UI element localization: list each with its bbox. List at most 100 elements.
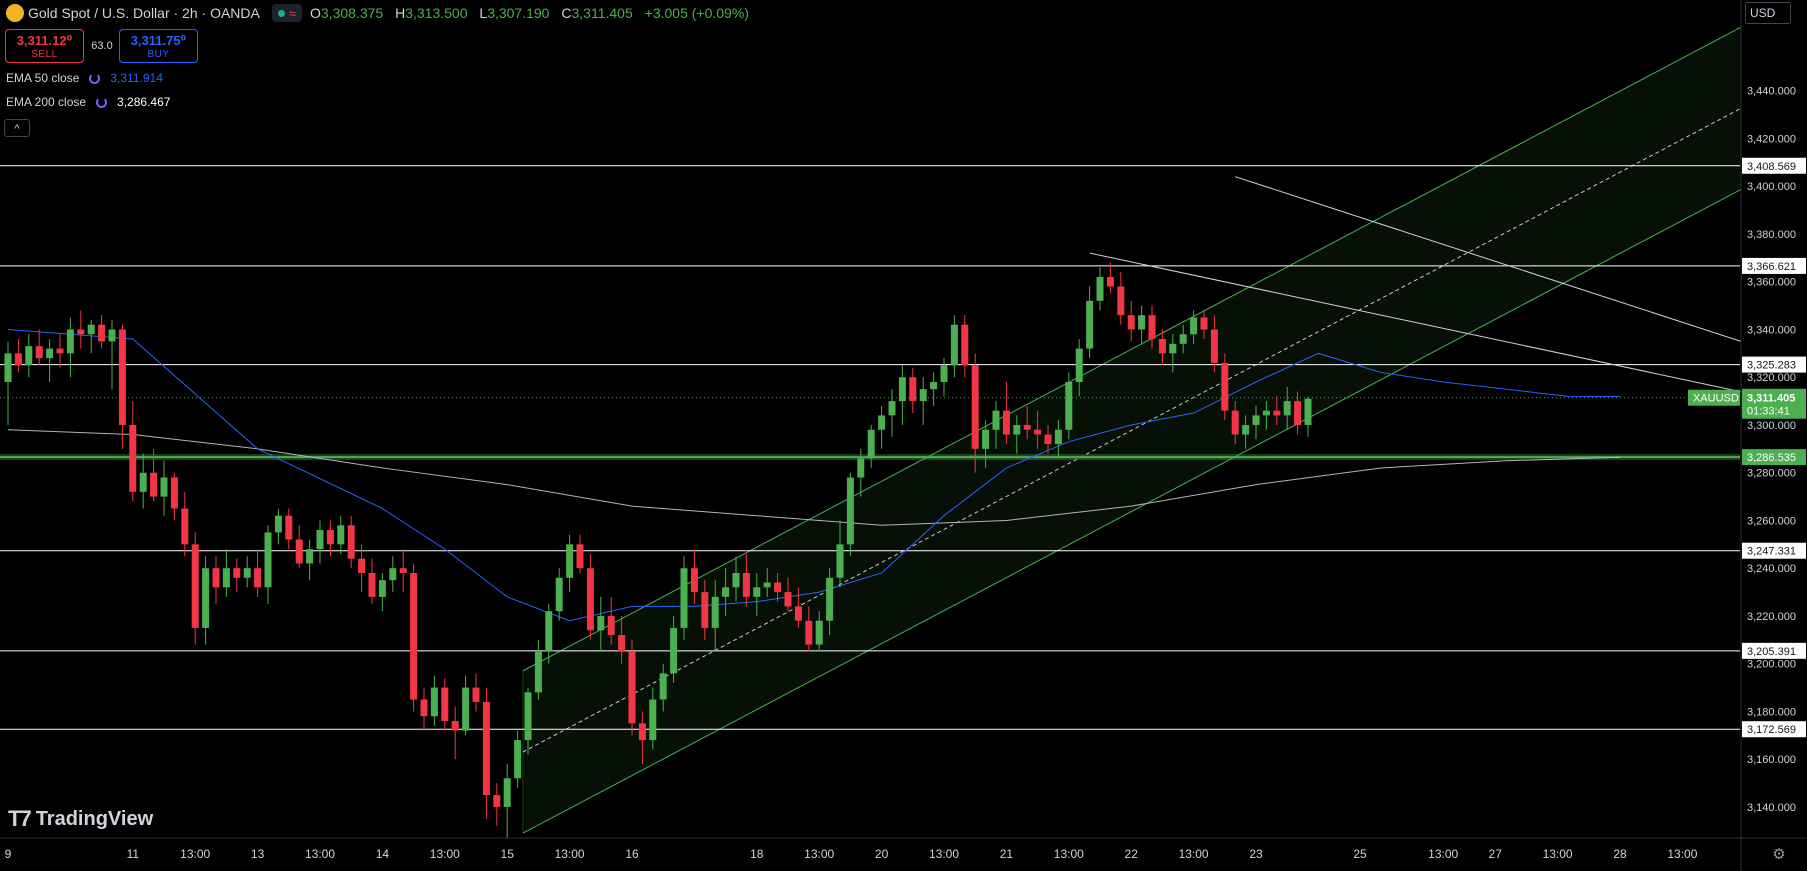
candle-body	[4, 353, 12, 382]
candle-body	[857, 458, 865, 478]
tradingview-watermark: T7 TradingView	[8, 806, 153, 832]
candle-body	[347, 525, 355, 559]
candle-body	[992, 410, 1000, 430]
x-tick-label: 28	[1613, 847, 1627, 861]
candle-body	[524, 692, 532, 741]
y-tick-label: 3,240.000	[1747, 563, 1796, 575]
candle-body	[586, 568, 594, 631]
price-chart[interactable]: 3,140.000 3,160.000 3,180.000 3,200.000 3,22…	[0, 0, 1807, 871]
settings-gear-icon[interactable]: ⚙	[1770, 845, 1788, 863]
candle-body	[1096, 276, 1104, 301]
candle-body	[378, 580, 386, 597]
candle-body	[170, 477, 178, 509]
x-tick-label: 13:00	[929, 847, 959, 861]
candle-body	[690, 568, 698, 593]
data-delay-icon: ≈	[288, 5, 296, 21]
candle-body	[971, 365, 979, 449]
candle-body	[326, 530, 334, 545]
candle-body	[399, 568, 407, 573]
candle-body	[930, 381, 938, 390]
market-status[interactable]: ≈	[271, 4, 302, 22]
currency-selector[interactable]: USD	[1745, 2, 1791, 24]
candle-body	[35, 346, 43, 359]
candle-body	[1200, 317, 1208, 330]
candle-body	[1262, 410, 1270, 416]
x-tick-label: 13:00	[430, 847, 460, 861]
candle-body	[940, 365, 948, 382]
y-tick-label: 3,420.000	[1747, 133, 1796, 145]
candle-body	[919, 389, 927, 402]
x-tick-label: 13	[251, 847, 265, 861]
candle-body	[233, 568, 241, 578]
candle-body	[1013, 424, 1021, 435]
ohlc-high-value: 3,313.500	[405, 5, 468, 21]
candle-body	[1273, 410, 1281, 416]
x-tick-label: 13:00	[1543, 847, 1573, 861]
candle-body	[867, 429, 875, 459]
candle-body	[1231, 410, 1239, 435]
candle-body	[389, 568, 397, 581]
candle-body	[337, 525, 345, 545]
candle-body	[1210, 329, 1218, 363]
candle-body	[108, 329, 116, 342]
spread-value: 63.0	[91, 40, 113, 52]
candle-body	[191, 544, 199, 628]
level-price-tag: 3,325.283	[1747, 360, 1796, 372]
collapse-legend-button[interactable]: ^	[4, 119, 30, 137]
candle-body	[482, 701, 490, 796]
x-tick-label: 16	[625, 847, 639, 861]
x-tick-label: 13:00	[804, 847, 834, 861]
candle-body	[836, 544, 844, 578]
candle-body	[628, 651, 636, 724]
candle-body	[212, 568, 220, 588]
candle-body	[1283, 401, 1291, 416]
x-tick-label: 9	[5, 847, 12, 861]
level-price-tag: 3,408.569	[1747, 161, 1796, 173]
candle-body	[1117, 286, 1125, 316]
x-tick-label: 11	[127, 847, 140, 861]
x-tick-label: 13:00	[305, 847, 335, 861]
candle-body	[25, 346, 33, 366]
candle-body	[118, 329, 126, 425]
candle-body	[14, 353, 22, 366]
loading-cycle-icon	[96, 96, 108, 108]
y-tick-label: 3,140.000	[1747, 802, 1796, 814]
candle-body	[222, 568, 230, 588]
candle-body	[711, 596, 719, 628]
candle-body	[846, 477, 854, 545]
candle-body	[77, 329, 85, 335]
x-tick-label: 22	[1125, 847, 1139, 861]
candle-body	[1179, 334, 1187, 344]
candle-body	[1127, 315, 1135, 330]
x-tick-label: 23	[1249, 847, 1263, 861]
candle-body	[701, 592, 709, 628]
candle-body	[950, 324, 958, 366]
candle-body	[659, 673, 667, 700]
y-tick-label: 3,280.000	[1747, 468, 1796, 480]
x-tick-label: 13:00	[1428, 847, 1458, 861]
x-tick-label: 13:00	[555, 847, 585, 861]
watermark-text: TradingView	[35, 807, 154, 830]
candle-body	[1023, 424, 1031, 430]
candle-body	[274, 515, 282, 533]
candle-body	[722, 587, 730, 597]
indicator-ema200-label: EMA 200 close	[6, 95, 87, 109]
candle-body	[1304, 398, 1312, 425]
candle-body	[514, 740, 522, 779]
candle-body	[430, 687, 438, 717]
candle-body	[87, 324, 95, 335]
sell-button[interactable]: 3,311.12⁰ SELL	[5, 29, 84, 63]
candle-body	[1169, 343, 1177, 354]
candle-body	[680, 568, 688, 628]
ohlc-close-value: 3,311.405	[571, 5, 633, 21]
candle-body	[961, 324, 969, 366]
indicator-ema200[interactable]: EMA 200 close 3,286.467	[6, 95, 170, 109]
candle-body	[576, 544, 584, 569]
indicator-ema50[interactable]: EMA 50 close 3,311.914	[6, 71, 163, 85]
candle-body	[774, 582, 782, 593]
symbol-title[interactable]: Gold Spot / U.S. Dollar · 2h · OANDA	[28, 5, 260, 21]
candle-body	[56, 348, 64, 354]
y-tick-label: 3,260.000	[1747, 515, 1796, 527]
buy-button[interactable]: 3,311.75⁰ BUY	[119, 29, 198, 63]
candle-body	[888, 401, 896, 416]
